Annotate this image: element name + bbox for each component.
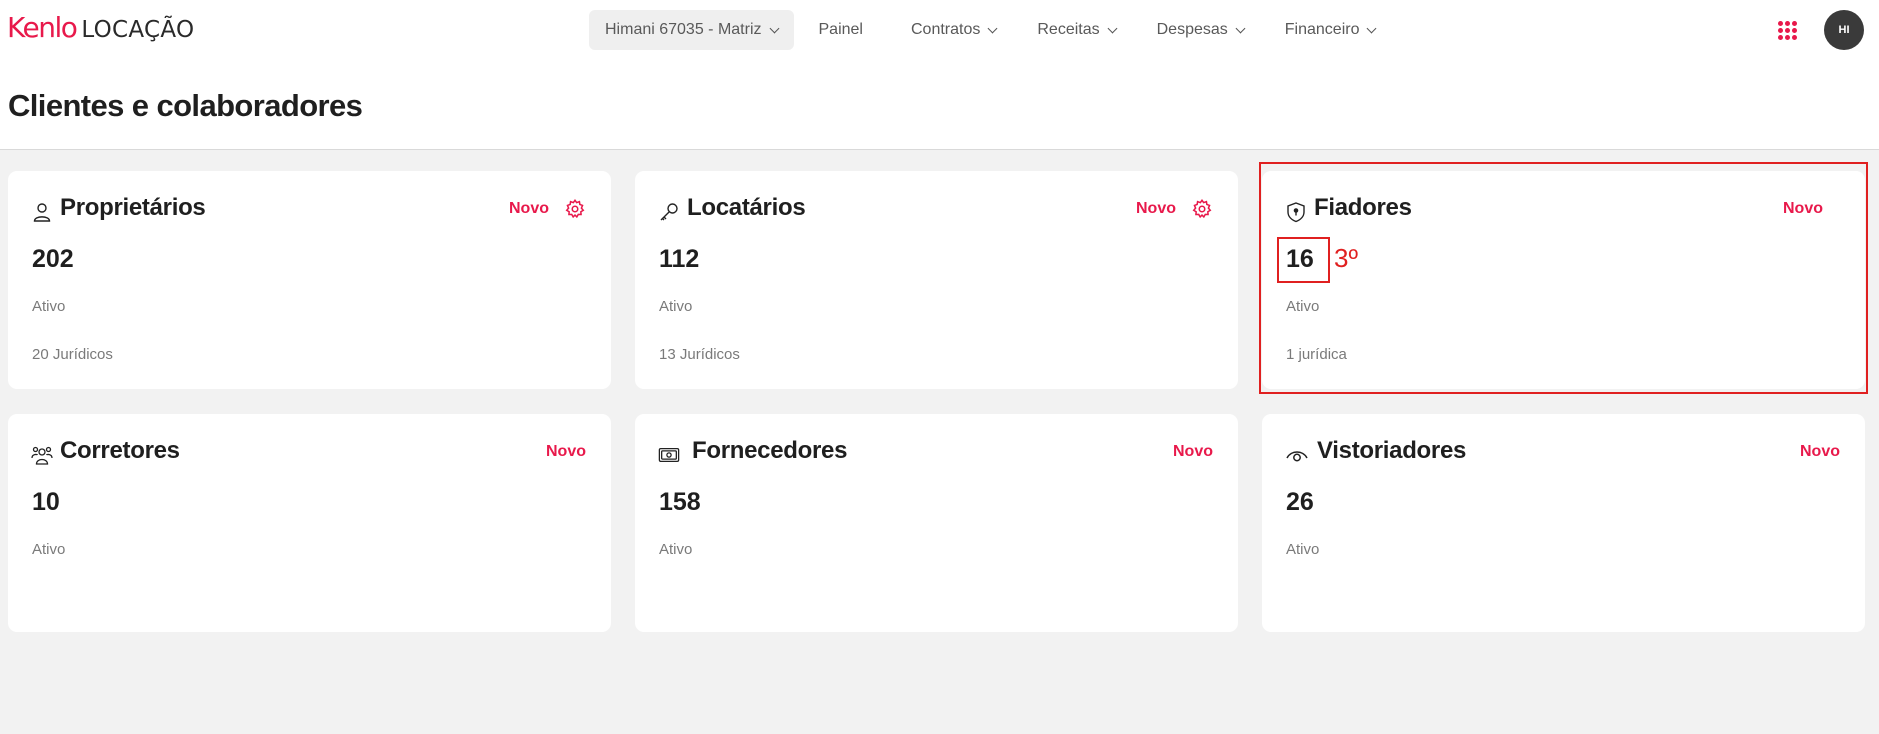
user-avatar[interactable]: HI (1824, 10, 1864, 50)
card-locatarios[interactable]: Locatários Novo 112 Ativo 13 Jurídicos (635, 171, 1238, 389)
new-button[interactable]: Novo (546, 443, 586, 461)
nav-label: Painel (818, 21, 863, 38)
team-icon (31, 446, 53, 465)
card-status: Ativo (32, 298, 66, 315)
card-subtext: 20 Jurídicos (32, 346, 113, 363)
card-title: Corretores (60, 437, 180, 464)
card-status: Ativo (32, 541, 66, 558)
chevron-down-icon (769, 23, 779, 33)
nav-label: Financeiro (1284, 21, 1360, 38)
card-status: Ativo (659, 541, 693, 558)
card-status: Ativo (659, 298, 693, 315)
money-icon (658, 447, 680, 463)
annotation-count-box (1277, 237, 1330, 283)
card-proprietarios[interactable]: Proprietários Novo 202 Ativo 20 Jurídico… (8, 171, 611, 389)
eye-icon (1286, 451, 1308, 462)
card-fornecedores[interactable]: Fornecedores Novo 158 Ativo (635, 414, 1238, 632)
chevron-down-icon (1107, 23, 1118, 33)
gear-icon[interactable] (1191, 198, 1213, 220)
card-count: 26 (1286, 488, 1314, 516)
card-count: 158 (659, 488, 701, 516)
top-header: Kenlo LOCAÇÃO Himani 67035 - Matriz Pain… (0, 0, 1879, 150)
card-count: 112 (659, 245, 700, 273)
nav-receitas[interactable]: Receitas (1037, 21, 1118, 39)
chevron-down-icon (987, 23, 998, 33)
logo-brand: Kenlo (7, 11, 78, 44)
annotation-highlight-box (1259, 162, 1868, 394)
chevron-down-icon (1367, 23, 1377, 33)
card-title: Proprietários (60, 194, 206, 221)
page-title: Clientes e colaboradores (8, 88, 363, 123)
gear-icon[interactable] (564, 198, 586, 220)
main-nav: Himani 67035 - Matriz Painel Contratos R… (589, 10, 1377, 50)
logo-product: LOCAÇÃO (81, 17, 195, 43)
apps-grid-icon[interactable] (1778, 21, 1797, 40)
card-count: 202 (32, 245, 74, 273)
key-icon (660, 203, 678, 221)
card-status: Ativo (1286, 541, 1320, 558)
card-title: Vistoriadores (1317, 437, 1467, 464)
card-vistoriadores[interactable]: Vistoriadores Novo 26 Ativo (1262, 414, 1865, 632)
card-corretores[interactable]: Corretores Novo 10 Ativo (8, 414, 611, 632)
card-count: 10 (32, 488, 60, 516)
nav-label: Contratos (910, 21, 981, 38)
new-button[interactable]: Novo (1173, 443, 1213, 461)
nav-painel[interactable]: Painel (819, 21, 863, 39)
new-button[interactable]: Novo (509, 200, 549, 218)
new-button[interactable]: Novo (1800, 443, 1840, 461)
nav-label: Receitas (1037, 21, 1100, 38)
annotation-label: 3º (1334, 243, 1358, 273)
card-title: Locatários (687, 194, 806, 221)
card-title: Fornecedores (692, 437, 848, 464)
card-subtext: 13 Jurídicos (659, 346, 740, 363)
new-button[interactable]: Novo (1136, 200, 1176, 218)
app-logo[interactable]: Kenlo LOCAÇÃO (7, 11, 194, 44)
nav-contratos[interactable]: Contratos (910, 21, 998, 39)
branch-selector[interactable]: Himani 67035 - Matriz (589, 10, 794, 50)
nav-despesas[interactable]: Despesas (1156, 21, 1246, 39)
branch-label: Himani 67035 - Matriz (605, 21, 762, 38)
nav-financeiro[interactable]: Financeiro (1284, 21, 1377, 39)
chevron-down-icon (1235, 23, 1246, 33)
person-icon (33, 203, 51, 222)
nav-label: Despesas (1156, 21, 1228, 38)
